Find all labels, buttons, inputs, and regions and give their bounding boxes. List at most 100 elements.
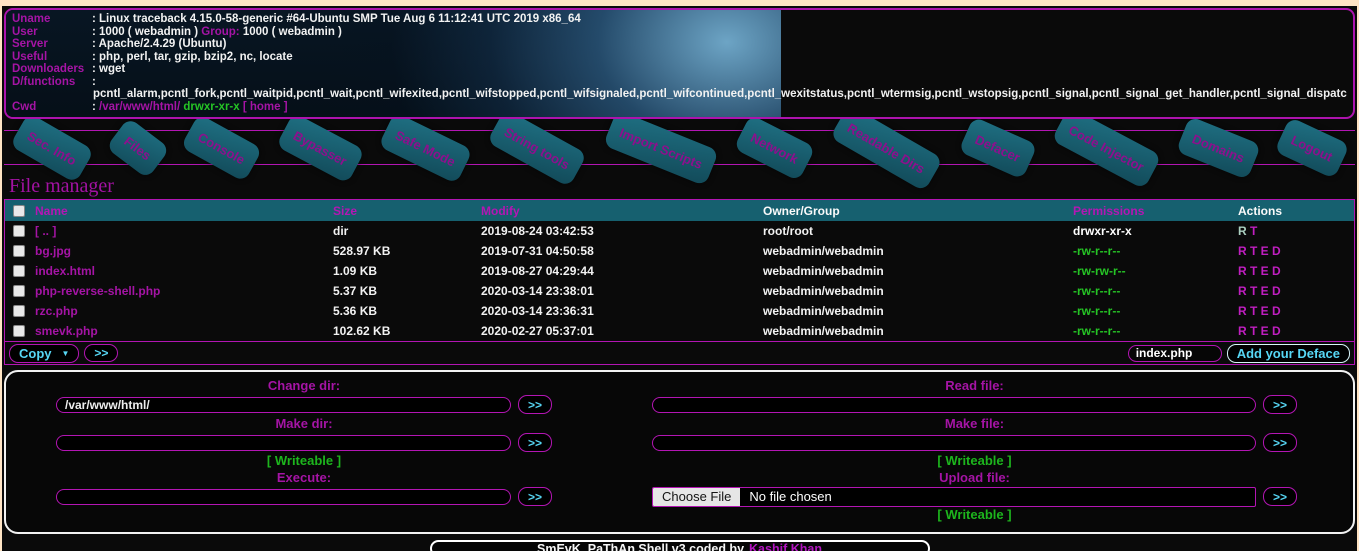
useful-line: Useful: php, perl, tar, gzip, bzip2, nc,… [12,51,1347,64]
user-value: 1000 ( webadmin ) [99,26,198,38]
system-info-panel: Uname: Linux traceback 4.15.0-58-generic… [4,8,1355,119]
row-checkbox[interactable] [13,325,25,337]
group-label: Group: [201,26,239,38]
row-actions[interactable]: R T E D [1238,304,1354,318]
tab-bypasser[interactable]: Bypasser [275,112,364,183]
row-checkbox[interactable] [13,225,25,237]
upload-go-button[interactable]: >> [1263,487,1297,506]
col-permissions: Permissions [1073,204,1238,218]
permissions-value[interactable]: drwxr-xr-x [1073,224,1238,238]
row-actions[interactable]: R T E D [1238,264,1354,278]
permissions-value[interactable]: -rw-r--r-- [1073,324,1238,338]
table-footer-bar: Copy ▼ >> Add your Deface [5,341,1354,364]
row-actions[interactable]: R T E D [1238,244,1354,258]
cwd-home-link[interactable]: [ home ] [243,101,288,113]
credit-text: SmEvK_PaThAn Shell v3 coded by [537,542,744,551]
permissions-value[interactable]: -rw-r--r-- [1073,284,1238,298]
table-row-parent-dir: [ .. ] dir 2019-08-24 03:42:53 root/root… [5,221,1354,241]
bulk-action-select[interactable]: Copy ▼ [9,344,79,363]
tab-sec-info[interactable]: Sec. Info [10,112,95,183]
downloaders-value: wget [99,63,125,75]
server-label: Server [12,38,92,51]
make-file-writeable-status: [ Writeable ] [652,453,1297,469]
tab-defacer[interactable]: Defacer [958,116,1037,179]
upload-writeable-status: [ Writeable ] [652,507,1297,523]
change-dir-label: Change dir: [56,377,552,394]
no-file-chosen-text: No file chosen [740,489,831,504]
author-link[interactable]: Kashif Khan [749,542,822,551]
row-actions[interactable]: R T E D [1238,324,1354,338]
make-dir-label: Make dir: [56,415,552,432]
row-checkbox[interactable] [13,245,25,257]
choose-file-button[interactable]: Choose File [653,488,740,506]
make-dir-go-button[interactable]: >> [518,433,552,452]
deface-filename-input[interactable] [1128,345,1222,362]
tab-logout[interactable]: Logout [1274,117,1350,179]
nav-tabs: Sec. Info Files Console Bypasser Safe Mo… [2,119,1357,177]
change-dir-input[interactable] [56,397,511,413]
useful-label: Useful [12,51,92,64]
dfunctions-list: pcntl_alarm,pcntl_fork,pcntl_waitpid,pcn… [12,88,1347,101]
row-checkbox[interactable] [13,305,25,317]
upload-file-input[interactable]: Choose File No file chosen [652,487,1256,507]
make-dir-writeable-status: [ Writeable ] [56,453,552,469]
select-all-checkbox[interactable] [13,205,25,217]
read-file-input[interactable] [652,397,1256,413]
webshell-page: Uname: Linux traceback 4.15.0-58-generic… [0,0,1359,551]
downloaders-label: Downloaders [12,63,92,76]
execute-input[interactable] [56,489,511,505]
action-rename[interactable]: R [1238,224,1247,238]
dfunctions-label: D/functions [12,76,92,89]
useful-value: php, perl, tar, gzip, bzip2, nc, locate [99,51,293,63]
col-actions: Actions [1238,204,1354,218]
chevron-down-icon: ▼ [62,349,70,358]
group-value: 1000 ( webadmin ) [243,26,342,38]
make-file-go-button[interactable]: >> [1263,433,1297,452]
permissions-value[interactable]: -rw-rw-r-- [1073,264,1238,278]
tab-domains[interactable]: Domains [1176,116,1262,180]
user-label: User [12,26,92,39]
tab-files[interactable]: Files [105,117,169,178]
operations-panel: Change dir: >> Make dir: >> [ Writeable … [4,370,1355,534]
file-link[interactable]: rzc.php [35,304,333,318]
file-link[interactable]: bg.jpg [35,244,333,258]
cwd-line: Cwd: /var/www/html/ drwxr-xr-x [ home ] [12,101,1347,114]
dir-link[interactable]: [ .. ] [35,224,333,238]
table-row-bg-jpg: bg.jpg 528.97 KB 2019-07-31 04:50:58 web… [5,241,1354,261]
execute-label: Execute: [56,469,552,486]
file-link[interactable]: index.html [35,264,333,278]
cwd-label: Cwd [12,101,92,114]
uname-line: Uname: Linux traceback 4.15.0-58-generic… [12,13,1347,26]
table-row-rzc-php: rzc.php 5.36 KB 2020-03-14 23:36:31 weba… [5,301,1354,321]
execute-go-button[interactable]: >> [518,487,552,506]
add-deface-button[interactable]: Add your Deface [1227,344,1350,363]
action-touch[interactable]: T [1250,224,1257,238]
row-checkbox[interactable] [13,285,25,297]
file-manager-title: File manager [9,175,1357,198]
permissions-value[interactable]: -rw-r--r-- [1073,304,1238,318]
upload-file-label: Upload file: [652,469,1297,486]
permissions-value[interactable]: -rw-r--r-- [1073,244,1238,258]
change-dir-go-button[interactable]: >> [518,395,552,414]
col-modify: Modify [481,204,763,218]
cwd-path-link[interactable]: /var/www/html/ [99,101,180,113]
read-file-go-button[interactable]: >> [1263,395,1297,414]
make-file-input[interactable] [652,435,1256,451]
tab-network[interactable]: Network [733,114,816,181]
make-file-label: Make file: [652,415,1297,432]
tab-safe-mode[interactable]: Safe Mode [378,112,473,184]
user-line: User: 1000 ( webadmin ) Group: 1000 ( we… [12,26,1347,39]
table-row-php-reverse-shell: php-reverse-shell.php 5.37 KB 2020-03-14… [5,281,1354,301]
row-actions: R T [1238,224,1354,238]
make-dir-input[interactable] [56,435,511,451]
bulk-action-go-button[interactable]: >> [84,344,118,362]
table-header-row: Name Size Modify Owner/Group Permissions… [5,200,1354,221]
file-link[interactable]: php-reverse-shell.php [35,284,333,298]
col-name: Name [35,204,333,218]
file-link[interactable]: smevk.php [35,324,333,338]
dfunctions-line: D/functions: [12,76,1347,89]
uname-label: Uname [12,13,92,26]
row-actions[interactable]: R T E D [1238,284,1354,298]
tab-console[interactable]: Console [180,114,263,183]
row-checkbox[interactable] [13,265,25,277]
